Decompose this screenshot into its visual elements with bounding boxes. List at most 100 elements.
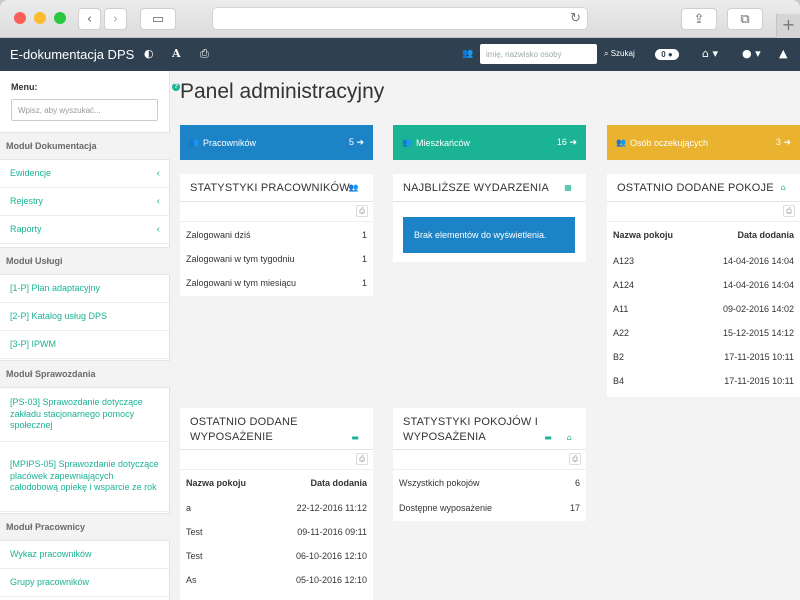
search-button[interactable]: ⌕ Szukaj bbox=[604, 49, 635, 59]
print-icon[interactable]: ⎙ bbox=[783, 205, 795, 217]
users-icon: 👥 bbox=[462, 49, 474, 59]
close-window-button[interactable] bbox=[14, 12, 26, 24]
panel-header: Statystyki pokojów i wyposażenia ▬ ⌂ bbox=[393, 408, 586, 450]
table-row: A22 15-12-2015 14:12 bbox=[613, 328, 794, 338]
browser-window: ‹ › ▭ ↻ ⇪ ⧉ + E-dokumentacja DPS ◐ A ⎙ 👥… bbox=[0, 0, 800, 600]
panel-title: Ostatnio dodane pokoje bbox=[617, 182, 774, 194]
stat-waiting[interactable]: 👥 Osób oczekujących 3 ➜ bbox=[607, 125, 800, 160]
user-menu-icon[interactable]: ● ▾ bbox=[742, 47, 761, 60]
section-dokumentacja: Moduł Dokumentacja bbox=[0, 132, 170, 160]
room-date: 15-12-2015 14:12 bbox=[722, 328, 794, 338]
home-icon: ⌂ bbox=[780, 183, 786, 192]
users-icon: 👥 bbox=[616, 138, 626, 147]
sidebar-item-mpips-05[interactable]: [MPIPS-05] Sprawozdanie dotyczące placów… bbox=[0, 442, 170, 512]
calendar-icon: ▦ bbox=[564, 183, 572, 192]
table-row: Zalogowani dziś 1 bbox=[186, 230, 367, 240]
new-tab-icon[interactable]: + bbox=[776, 14, 800, 38]
users-icon: 👥 bbox=[402, 138, 412, 147]
minimize-window-button[interactable] bbox=[34, 12, 46, 24]
stat-label: Osób oczekujących bbox=[629, 137, 709, 148]
equipment-date: 05-10-2016 12:10 bbox=[295, 575, 367, 585]
row-label: Zalogowani w tym miesiącu bbox=[186, 278, 297, 288]
warning-icon[interactable]: ▲ bbox=[779, 47, 787, 60]
room-date: 14-04-2016 14:04 bbox=[722, 280, 794, 290]
sidebar-item-katalog-uslug[interactable]: [2-P] Katalog usług DPS bbox=[0, 303, 170, 331]
sidebar-item-grupy-pracownikow[interactable]: Grupy pracowników bbox=[0, 569, 170, 597]
panel-header: Statystyki pracowników 👥 bbox=[180, 174, 373, 202]
forward-icon[interactable]: › bbox=[104, 8, 127, 30]
row-value: 6 bbox=[574, 478, 580, 488]
stat-residents[interactable]: 👥 Mieszkańców 16 ➜ bbox=[393, 125, 586, 160]
bed-icon: ▬ bbox=[544, 433, 552, 442]
search-button-label: Szukaj bbox=[610, 49, 635, 58]
sidebar-item-raporty[interactable]: Raporty ‹ bbox=[0, 216, 170, 244]
row-label: Wszystkich pokojów bbox=[399, 478, 480, 488]
equipment-panel: Ostatnio dodane wyposażenie ▬ ⎙ Nazwa po… bbox=[180, 408, 373, 600]
room-stats-panel: Statystyki pokojów i wyposażenia ▬ ⌂ ⎙ W… bbox=[393, 408, 586, 521]
share-icon[interactable]: ⇪ bbox=[681, 8, 717, 30]
sidebar-item-ipwm[interactable]: [3-P] IPWM bbox=[0, 331, 170, 359]
home-icon: ⌂ bbox=[566, 433, 572, 442]
menu-search-input[interactable] bbox=[11, 99, 158, 121]
stat-count: 3 bbox=[775, 137, 781, 147]
stat-staff[interactable]: 👥 Pracowników 5 ➜ bbox=[180, 125, 373, 160]
users-icon: 👥 bbox=[189, 138, 199, 147]
rooms-panel: Ostatnio dodane pokoje ⌂ ⎙ Nazwa pokoju D… bbox=[607, 174, 800, 397]
panel-title: Statystyki pracowników bbox=[190, 182, 350, 194]
sidebar-item-ewidencje[interactable]: Ewidencje ‹ bbox=[0, 160, 170, 188]
sidebar-item-rejestry[interactable]: Rejestry ‹ bbox=[0, 188, 170, 216]
row-value: 1 bbox=[361, 254, 367, 264]
table-row: As 05-10-2016 12:10 bbox=[186, 575, 367, 585]
row-value: 1 bbox=[361, 230, 367, 240]
app-title[interactable]: E-dokumentacja DPS bbox=[10, 47, 134, 62]
row-value: 1 bbox=[361, 278, 367, 288]
column-header-room: Nazwa pokoju bbox=[186, 478, 247, 488]
room-name: A123 bbox=[613, 256, 635, 266]
arrow-circle-right-icon: ➜ bbox=[783, 137, 791, 147]
print-icon[interactable]: ⎙ bbox=[356, 205, 368, 217]
sidebar-item-wykaz-pracownikow[interactable]: Wykaz pracowników bbox=[0, 541, 170, 569]
room-date: 17-11-2015 10:11 bbox=[724, 352, 794, 362]
panel-title-line1: Statystyki pokojów i bbox=[403, 416, 538, 428]
column-header-date: Data dodania bbox=[737, 230, 794, 240]
person-search-input[interactable] bbox=[480, 44, 597, 64]
home-menu-icon[interactable]: ⌂ ▾ bbox=[702, 47, 718, 60]
chevron-left-icon: ‹ bbox=[156, 223, 160, 235]
tabs-icon[interactable]: ⧉ bbox=[727, 8, 763, 30]
back-icon[interactable]: ‹ bbox=[78, 8, 101, 30]
sidebar-item-plan-adaptacyjny[interactable]: [1-P] Plan adaptacyjny bbox=[0, 275, 170, 303]
stat-label: Mieszkańców bbox=[415, 137, 470, 148]
arrow-circle-right-icon: ➜ bbox=[356, 137, 364, 147]
column-header-date: Data dodania bbox=[310, 478, 367, 488]
contrast-icon[interactable]: ◐ bbox=[144, 47, 154, 60]
sidebar-toggle-icon[interactable]: ▭ bbox=[140, 8, 176, 30]
panel-title: Najbliższe wydarzenia bbox=[403, 182, 549, 194]
column-header-room: Nazwa pokoju bbox=[613, 230, 674, 240]
address-bar[interactable]: ↻ bbox=[212, 7, 588, 30]
chevron-left-icon: ‹ bbox=[156, 195, 160, 207]
notifications-badge[interactable]: 0 ● bbox=[655, 49, 679, 60]
row-label: Zalogowani w tym tygodniu bbox=[186, 254, 295, 264]
row-value: 17 bbox=[569, 503, 580, 513]
print-icon[interactable]: ⎙ bbox=[569, 453, 581, 465]
room-name: B2 bbox=[613, 352, 625, 362]
panel-title-line2: wyposażenie bbox=[190, 431, 273, 443]
help-icon[interactable]: ? bbox=[172, 83, 180, 91]
sidebar-item-ps-03[interactable]: [PS-03] Sprawozdanie dotyczące zakładu s… bbox=[0, 388, 170, 442]
stat-label: Pracowników bbox=[202, 137, 256, 148]
room-name: A22 bbox=[613, 328, 630, 338]
table-row: Dostępne wyposażenie 17 bbox=[399, 503, 580, 513]
reload-icon[interactable]: ↻ bbox=[570, 11, 581, 26]
zoom-window-button[interactable] bbox=[54, 12, 66, 24]
arrow-circle-right-icon: ➜ bbox=[569, 137, 577, 147]
print-icon[interactable]: ⎙ bbox=[200, 47, 209, 61]
panel-header: Ostatnio dodane pokoje ⌂ bbox=[607, 174, 800, 202]
panel-title-line1: Ostatnio dodane bbox=[190, 416, 298, 428]
row-label: Dostępne wyposażenie bbox=[399, 503, 493, 513]
table-header: Nazwa pokoju Data dodania bbox=[186, 478, 367, 488]
room-date: 09-02-2016 14:02 bbox=[722, 304, 794, 314]
print-icon[interactable]: ⎙ bbox=[356, 453, 368, 465]
table-row: B2 17-11-2015 10:11 bbox=[613, 352, 794, 362]
font-size-icon[interactable]: A bbox=[172, 47, 181, 60]
panel-header: Ostatnio dodane wyposażenie ▬ bbox=[180, 408, 373, 450]
